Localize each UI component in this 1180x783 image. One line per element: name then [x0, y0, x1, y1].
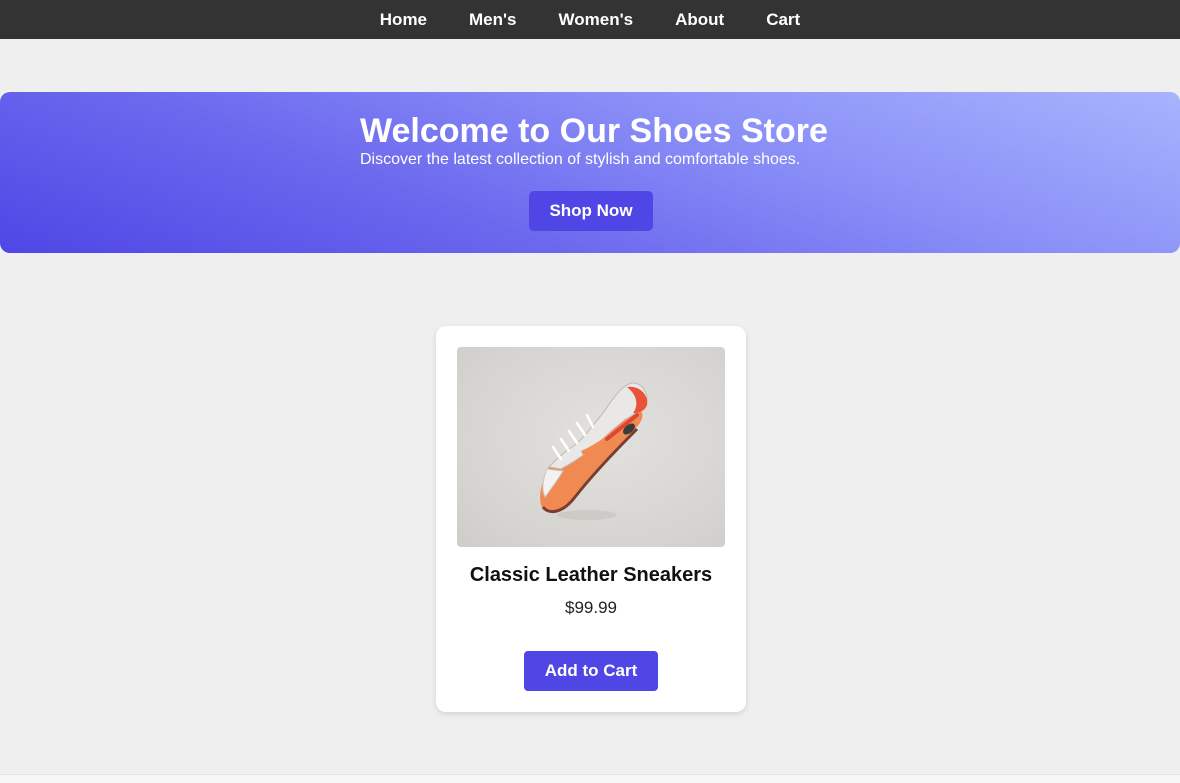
- product-card: Classic Leather Sneakers $99.99 Add to C…: [436, 326, 746, 712]
- hero-subtitle: Discover the latest collection of stylis…: [360, 151, 801, 168]
- nav-home-link[interactable]: Home: [359, 10, 448, 30]
- product-name: Classic Leather Sneakers: [469, 564, 713, 586]
- hero-banner: Welcome to Our Shoes Store Discover the …: [0, 92, 1180, 253]
- sneaker-image[interactable]: [457, 347, 725, 547]
- nav-womens-link[interactable]: Women's: [538, 10, 655, 30]
- nav-about-link[interactable]: About: [654, 10, 745, 30]
- sneaker-illustration: [540, 382, 648, 520]
- hero-text: Welcome to Our Shoes Store Discover the …: [360, 112, 830, 170]
- top-navigation: Home Men's Women's About Cart: [0, 0, 1180, 39]
- hero-title: Welcome to Our Shoes Store: [360, 112, 828, 150]
- nav-cart-link[interactable]: Cart: [745, 10, 821, 30]
- shop-now-button[interactable]: Shop Now: [529, 191, 653, 231]
- product-price: $99.99: [565, 598, 617, 617]
- add-to-cart-button[interactable]: Add to Cart: [524, 651, 658, 691]
- nav-mens-link[interactable]: Men's: [448, 10, 538, 30]
